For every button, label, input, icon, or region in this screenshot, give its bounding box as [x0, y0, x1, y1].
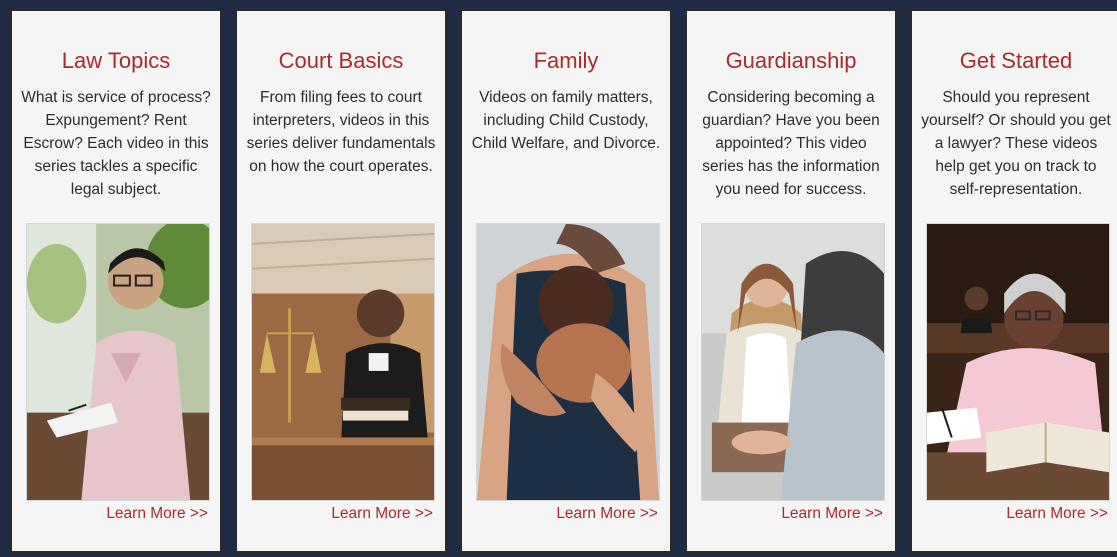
card-title[interactable]: Get Started: [912, 47, 1117, 75]
learn-more-link[interactable]: Learn More >>: [1006, 504, 1108, 524]
card-get-started: Get Started Should you represent yoursel…: [910, 9, 1117, 553]
card-photo-mother-baby[interactable]: [476, 223, 660, 501]
card-description: Should you represent yourself? Or should…: [921, 89, 1111, 198]
card-description: What is service of process? Expungement?…: [21, 89, 211, 198]
learn-more-link[interactable]: Learn More >>: [106, 504, 208, 524]
learn-more-link[interactable]: Learn More >>: [556, 504, 658, 524]
video-series-strip: Law Topics What is service of process? E…: [0, 0, 1117, 557]
card-title[interactable]: Guardianship: [687, 47, 895, 75]
card-family: Family Videos on family matters, includi…: [460, 9, 672, 553]
card-guardianship: Guardianship Considering becoming a guar…: [685, 9, 897, 553]
card-title[interactable]: Family: [462, 47, 670, 75]
card-description: Considering becoming a guardian? Have yo…: [702, 89, 880, 198]
card-title[interactable]: Court Basics: [237, 47, 445, 75]
card-photo-woman-reading[interactable]: [926, 223, 1110, 501]
card-law-topics: Law Topics What is service of process? E…: [10, 9, 222, 553]
card-description: Videos on family matters, including Chil…: [471, 89, 661, 152]
card-court-basics: Court Basics From filing fees to court i…: [235, 9, 447, 553]
card-photo-judge[interactable]: [251, 223, 435, 501]
card-photo-consultation[interactable]: [701, 223, 885, 501]
card-description: From filing fees to court interpreters, …: [246, 89, 436, 175]
card-photo-man-writing[interactable]: [26, 223, 210, 501]
learn-more-link[interactable]: Learn More >>: [331, 504, 433, 524]
card-title[interactable]: Law Topics: [12, 47, 220, 75]
learn-more-link[interactable]: Learn More >>: [781, 504, 883, 524]
